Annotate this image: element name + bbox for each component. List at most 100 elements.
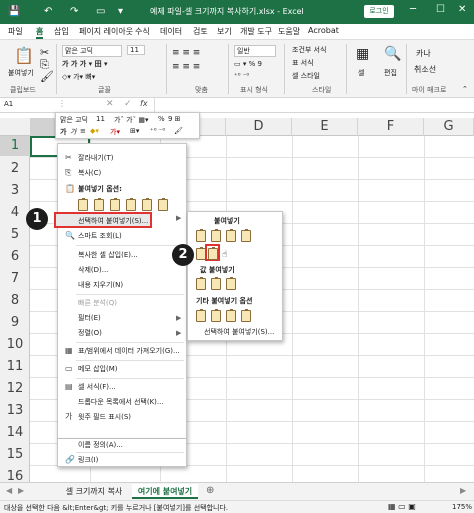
menu-item-format-cells[interactable]: ▤ 셀 서식(F)... [58, 380, 186, 394]
conditional-format-button[interactable]: 조건부 서식 [292, 45, 326, 55]
column-header-d[interactable]: D [226, 118, 292, 136]
currency-icons[interactable]: ▭ ▾ % 9 [234, 60, 262, 68]
tab-developer[interactable]: 개발 도구 [240, 26, 272, 37]
paste-option-icon[interactable] [241, 309, 251, 322]
menu-item-insert-copied[interactable]: 복사한 셀 삽입(E)... [58, 248, 186, 262]
redo-icon[interactable]: ↷ [70, 5, 78, 19]
menu-item-copy[interactable]: ⎘ 복사(C) [58, 166, 186, 180]
paste-button-label[interactable]: 붙여넣기 [8, 68, 34, 78]
mini-percent-icon[interactable]: % [158, 115, 165, 123]
mini-decimal-icon[interactable]: ⁺⁰ ⁻⁰ [150, 127, 165, 135]
menu-item-smart-lookup[interactable]: 🔍 스마트 조회(L) [58, 229, 186, 243]
menu-item-pick-dropdown[interactable]: 드롭다운 목록에서 선택(K)... [58, 395, 186, 409]
mini-bold-icon[interactable]: 가 [60, 127, 66, 137]
cells-icon[interactable]: ▦ [356, 46, 369, 62]
paste-option-icon[interactable] [94, 198, 104, 211]
menu-item-paste-special[interactable]: 선택하여 붙여넣기(S)... [54, 212, 152, 228]
tab-home[interactable]: 홈 [36, 26, 44, 39]
column-header-g[interactable]: G [424, 118, 474, 136]
menu-item-clear[interactable]: 내용 지우기(N) [58, 278, 186, 292]
row-header[interactable]: 13 [0, 403, 30, 418]
table-format-button[interactable]: 표 서식 [292, 58, 314, 68]
undo-icon[interactable]: ↶ [44, 5, 52, 19]
prev-sheet-icon[interactable]: ◀ [6, 486, 12, 495]
quick-access-icon[interactable]: ▭ [96, 5, 105, 19]
font-size-select[interactable]: 11 [127, 45, 145, 55]
customize-dropdown-icon[interactable]: ▾ [118, 5, 123, 19]
align-center-icons[interactable]: ≡ ≡ ≡ [172, 62, 200, 72]
column-header-e[interactable]: E [292, 118, 358, 136]
maximize-icon[interactable]: ☐ [436, 4, 445, 15]
mini-align-icon[interactable]: ≡ [80, 127, 86, 135]
row-header[interactable]: 3 [0, 183, 30, 198]
close-icon[interactable]: ✕ [458, 4, 466, 15]
paste-option-icon[interactable] [126, 198, 136, 211]
menu-item-phonetic[interactable]: 가 윗주 필드 표시(S) [58, 410, 186, 424]
paste-icon[interactable]: 📋 [14, 46, 34, 65]
paste-option-icon[interactable] [226, 277, 236, 290]
paste-option-icon[interactable] [196, 277, 206, 290]
row-header[interactable]: 6 [0, 249, 30, 264]
paste-option-icon[interactable] [158, 198, 168, 211]
font-color-icon[interactable]: ◇▾ 가▾ 뼈▾ [62, 72, 95, 82]
mini-italic-icon[interactable]: 가 [70, 127, 76, 137]
row-header[interactable]: 12 [0, 381, 30, 396]
paste-option-icon[interactable] [196, 309, 206, 322]
menu-item-sort[interactable]: 정렬(O) ▶ [58, 326, 186, 340]
paste-option-icon[interactable] [196, 229, 206, 242]
tab-data[interactable]: 데이터 [160, 26, 182, 37]
mini-grow-font-icon[interactable]: 가ˆ 가ˇ ▦▾ [114, 115, 148, 125]
mini-border-icon[interactable]: ⊞▾ [130, 127, 139, 135]
row-header[interactable]: 7 [0, 271, 30, 286]
mini-comma-icon[interactable]: 9 ⊞ [168, 115, 181, 123]
paste-option-icon[interactable] [211, 277, 221, 290]
font-name-select[interactable]: 맑은 고딕 [62, 45, 122, 57]
menu-item-link[interactable]: 🔗 링크(I) [58, 453, 186, 467]
paste-option-icon[interactable] [142, 198, 152, 211]
paste-option-icon[interactable] [211, 309, 221, 322]
cell-style-button[interactable]: 셀 스타일 [292, 71, 320, 81]
minimize-icon[interactable]: ─ [410, 4, 416, 15]
editing-icon[interactable]: 🔍 [384, 46, 401, 62]
menu-item-cut[interactable]: ✂ 잘라내기(T) [58, 151, 186, 165]
row-header[interactable]: 9 [0, 315, 30, 330]
mini-font-select[interactable]: 맑은 고딕 [60, 115, 88, 125]
row-header[interactable]: 2 [0, 161, 30, 176]
add-sheet-icon[interactable]: ⊕ [206, 485, 214, 496]
tab-formulas[interactable]: 수식 [135, 26, 150, 37]
mini-fill-color-icon[interactable]: ◆▾ [90, 127, 99, 135]
strike-button[interactable]: 취소선 [414, 64, 436, 75]
next-sheet-icon[interactable]: ▶ [18, 486, 24, 495]
kana-button[interactable]: 카나 [416, 48, 431, 59]
align-icons[interactable]: ≡ ≡ ≡ [172, 48, 200, 58]
column-header-f[interactable]: F [358, 118, 424, 136]
row-header[interactable]: 1 [0, 136, 30, 156]
bold-icon[interactable]: 가 가 가 ▾ 田 ▾ [62, 59, 108, 69]
collapse-ribbon-icon[interactable]: ⌃ [462, 85, 468, 93]
login-button[interactable]: 로그인 [364, 5, 394, 18]
paste-option-icon[interactable] [211, 229, 221, 242]
menu-item-insert-note[interactable]: ▭ 메모 삽입(M) [58, 362, 186, 376]
paste-option-icon[interactable] [78, 198, 88, 211]
tab-view[interactable]: 보기 [217, 26, 232, 37]
scroll-right-icon[interactable]: ▶ [460, 486, 466, 495]
name-box[interactable]: A1 [4, 100, 48, 111]
tab-review[interactable]: 검토 [193, 26, 208, 37]
paste-option-icon[interactable] [110, 198, 120, 211]
row-header[interactable]: 5 [0, 227, 30, 242]
mini-font-size-select[interactable]: 11 [96, 115, 105, 123]
decimal-icons[interactable]: ⁺⁰ ⁻⁰ [234, 72, 249, 80]
menu-item-delete[interactable]: 삭제(D)... [58, 263, 186, 277]
tab-file[interactable]: 파일 [8, 26, 23, 37]
zoom-level[interactable]: 175% [452, 503, 472, 511]
cancel-formula-icon[interactable]: ✕ [106, 99, 114, 109]
submenu-paste-special[interactable]: 선택하여 붙여넣기(S)... [204, 327, 274, 337]
tab-insert[interactable]: 삽입 [54, 26, 69, 37]
save-icon[interactable]: 💾 [8, 5, 20, 19]
cells-button-label[interactable]: 셀 [358, 68, 364, 78]
fx-icon[interactable]: fx [140, 99, 148, 108]
menu-item-filter[interactable]: 필터(E) ▶ [58, 311, 186, 325]
row-header[interactable]: 8 [0, 293, 30, 308]
row-header[interactable]: 15 [0, 447, 30, 462]
paste-option-icon[interactable] [226, 309, 236, 322]
